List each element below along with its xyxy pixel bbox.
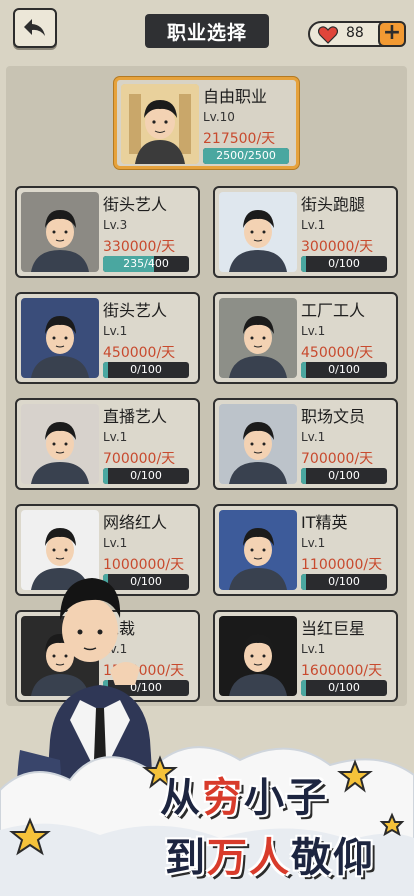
job-card[interactable]: 直播艺人 Lv.1 700000/天 0/100 xyxy=(15,398,200,490)
hearts-counter: 88 + xyxy=(308,21,406,47)
job-level: Lv.1 xyxy=(301,218,326,232)
job-card[interactable]: IT精英 Lv.1 1100000/天 0/100 xyxy=(213,504,398,596)
job-name: IT精英 xyxy=(301,513,348,532)
job-progress-bar: 2500/2500 xyxy=(203,148,289,164)
back-button[interactable] xyxy=(13,8,57,48)
job-level: Lv.1 xyxy=(103,324,128,338)
job-level: Lv.1 xyxy=(103,430,128,444)
job-card[interactable]: 街头跑腿 Lv.1 300000/天 0/100 xyxy=(213,186,398,278)
portrait-image xyxy=(121,84,199,164)
job-card[interactable]: 职场文员 Lv.1 700000/天 0/100 xyxy=(213,398,398,490)
job-progress-bar: 0/100 xyxy=(103,362,189,378)
job-name: 工厂工人 xyxy=(301,301,366,320)
job-progress-text: 2500/2500 xyxy=(216,149,276,162)
job-salary: 700000/天 xyxy=(301,451,374,467)
job-progress-bar: 0/100 xyxy=(301,362,387,378)
back-arrow-icon xyxy=(24,19,45,36)
portrait-image xyxy=(219,404,297,484)
job-salary: 700000/天 xyxy=(103,451,176,467)
job-salary: 1100000/天 xyxy=(301,557,383,573)
job-progress-text: 0/100 xyxy=(328,363,360,376)
portrait-image xyxy=(21,298,99,378)
job-card[interactable]: 工厂工人 Lv.1 450000/天 0/100 xyxy=(213,292,398,384)
job-card[interactable]: 街头艺人 Lv.3 330000/天 235/400 xyxy=(15,186,200,278)
job-level: Lv.10 xyxy=(203,110,235,124)
slogan-line-1: 从穷小子 xyxy=(160,775,328,821)
job-name: 自由职业 xyxy=(203,87,268,106)
job-salary: 217500/天 xyxy=(203,131,276,147)
job-card[interactable]: 街头艺人 Lv.1 450000/天 0/100 xyxy=(15,292,200,384)
job-progress-bar: 0/100 xyxy=(301,256,387,272)
job-name: 当红巨星 xyxy=(301,619,366,638)
job-progress-bar: 0/100 xyxy=(301,680,387,696)
job-progress-text: 0/100 xyxy=(130,469,162,482)
job-progress-text: 0/100 xyxy=(328,575,360,588)
job-level: Lv.1 xyxy=(301,324,326,338)
page-title: 职业选择 xyxy=(145,14,269,48)
portrait-image xyxy=(219,192,297,272)
job-progress-bar: 235/400 xyxy=(103,256,189,272)
job-salary: 1600000/天 xyxy=(301,663,383,679)
job-salary: 300000/天 xyxy=(301,239,374,255)
job-progress-text: 0/100 xyxy=(328,681,360,694)
job-salary: 330000/天 xyxy=(103,239,176,255)
job-level: Lv.1 xyxy=(301,642,326,656)
job-progress-text: 0/100 xyxy=(130,363,162,376)
job-level: Lv.1 xyxy=(301,430,326,444)
job-progress-bar: 0/100 xyxy=(301,574,387,590)
add-hearts-button[interactable]: + xyxy=(378,21,406,47)
portrait-image xyxy=(219,616,297,696)
job-progress-text: 0/100 xyxy=(328,469,360,482)
portrait-image xyxy=(219,298,297,378)
job-progress-text: 235/400 xyxy=(123,257,169,270)
job-level: Lv.1 xyxy=(301,536,326,550)
job-progress-bar: 0/100 xyxy=(103,468,189,484)
job-name: 街头艺人 xyxy=(103,301,168,320)
job-name: 职场文员 xyxy=(301,407,366,426)
job-progress-text: 0/100 xyxy=(328,257,360,270)
job-card[interactable]: 当红巨星 Lv.1 1600000/天 0/100 xyxy=(213,610,398,702)
heart-icon xyxy=(318,26,338,44)
slogan-line-2: 到万人敬仰 xyxy=(165,835,375,881)
portrait-image xyxy=(21,192,99,272)
job-progress-bar: 0/100 xyxy=(301,468,387,484)
job-card-featured[interactable]: 自由职业 Lv.10 217500/天 2500/2500 xyxy=(114,77,299,169)
job-name: 街头跑腿 xyxy=(301,195,366,214)
portrait-image xyxy=(21,404,99,484)
job-level: Lv.3 xyxy=(103,218,128,232)
job-name: 街头艺人 xyxy=(103,195,168,214)
hearts-count: 88 xyxy=(346,25,364,41)
job-name: 直播艺人 xyxy=(103,407,168,426)
job-salary: 450000/天 xyxy=(103,345,176,361)
portrait-image xyxy=(219,510,297,590)
job-salary: 450000/天 xyxy=(301,345,374,361)
